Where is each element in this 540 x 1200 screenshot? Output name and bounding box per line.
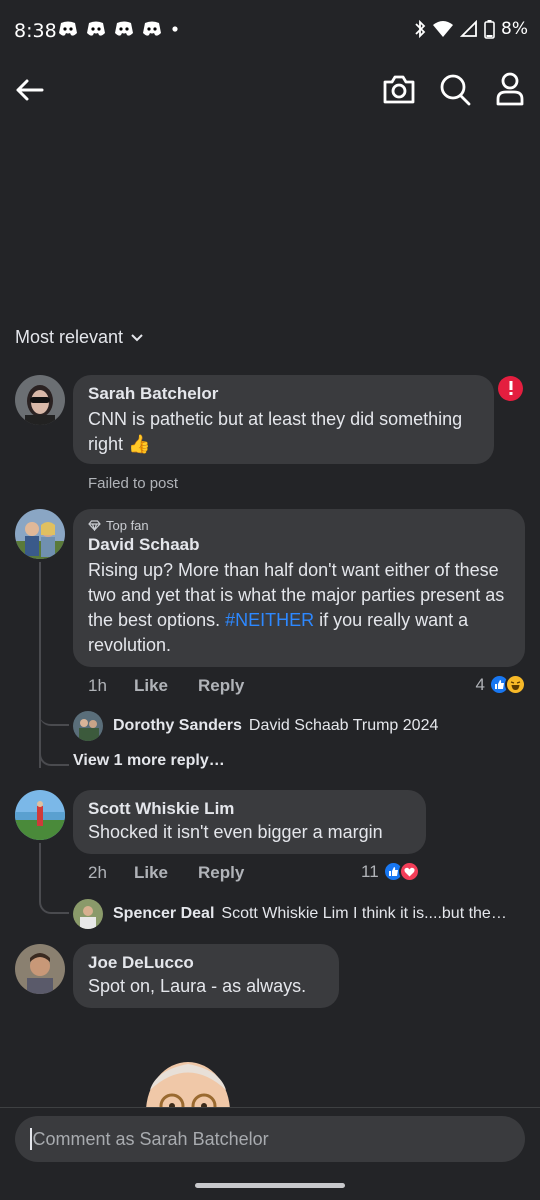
reply-author[interactable]: Spencer Deal [113, 905, 214, 923]
comment-input[interactable]: Comment as Sarah Batchelor [15, 1116, 525, 1162]
comment-actions: 1h Like Reply [88, 676, 244, 696]
discord-icon [87, 21, 105, 36]
notification-icons [58, 21, 180, 37]
reaction-count: 11 [361, 861, 379, 881]
discord-icon [143, 21, 161, 36]
text-caret [30, 1128, 32, 1150]
back-button[interactable] [12, 72, 48, 108]
thread-connector [39, 893, 69, 914]
haha-reaction-icon [505, 674, 526, 695]
signal-icon [460, 20, 477, 37]
error-icon[interactable] [498, 376, 523, 401]
avatar-image [15, 509, 65, 559]
comment-bubble[interactable]: Sarah Batchelor CNN is pathetic but at l… [73, 375, 494, 464]
comment-text: CNN is pathetic but at least they did so… [88, 409, 463, 454]
wifi-icon [433, 21, 454, 37]
sort-dropdown[interactable]: Most relevant [15, 327, 143, 348]
chevron-down-icon [131, 333, 143, 341]
reply-button[interactable]: Reply [198, 676, 244, 696]
comment-text: Spot on, Laura - as always. [88, 976, 307, 996]
sort-label: Most relevant [15, 327, 124, 347]
discord-icon [115, 21, 133, 36]
comment-bubble[interactable]: Top fan David Schaab Rising up? More tha… [73, 509, 525, 667]
reply-text: Scott Whiskie Lim I think it is....but t… [221, 905, 507, 922]
view-more-replies[interactable]: View 1 more reply… [73, 752, 225, 770]
camera-button[interactable] [381, 70, 417, 108]
status-time: 8:38 [14, 20, 57, 42]
search-button[interactable] [437, 70, 473, 108]
thread-connector [39, 745, 69, 766]
sticker-image [140, 1050, 240, 1107]
avatar-image [15, 790, 65, 840]
arrow-left-icon [16, 79, 44, 101]
home-indicator[interactable] [195, 1183, 345, 1188]
failed-status: Failed to post [88, 475, 179, 492]
reply-preview[interactable]: Dorothy Sanders David Schaab Trump 2024 [73, 711, 438, 741]
avatar-image [15, 375, 65, 425]
camera-icon [383, 75, 415, 104]
avatar[interactable] [15, 790, 65, 840]
bluetooth-icon [415, 19, 426, 39]
avatar[interactable] [15, 509, 65, 559]
comment-bubble[interactable]: Joe DeLucco Spot on, Laura - as always. [73, 944, 339, 1008]
love-reaction-icon [398, 861, 420, 882]
dot-icon [172, 26, 178, 32]
reaction-summary[interactable]: 11 [361, 861, 420, 882]
comment-text: Shocked it isn't even bigger a margin [88, 822, 383, 842]
comment-author[interactable]: David Schaab [88, 535, 510, 555]
thread-line [39, 843, 41, 894]
avatar[interactable] [73, 711, 103, 741]
avatar-image [73, 899, 103, 929]
profile-button[interactable] [492, 70, 528, 108]
badge-label: Top fan [106, 518, 149, 533]
search-icon [440, 74, 471, 106]
avatar[interactable] [15, 944, 65, 994]
comment-time: 1h [88, 676, 107, 695]
comment-author[interactable]: Joe DeLucco [88, 953, 324, 973]
avatar[interactable] [15, 375, 65, 425]
reply-preview[interactable]: Spencer Deal Scott Whiskie Lim I think i… [73, 899, 507, 929]
discord-icon [59, 21, 77, 36]
like-button[interactable]: Like [134, 676, 168, 696]
comment-author[interactable]: Scott Whiskie Lim [88, 799, 411, 819]
avatar-image [73, 711, 103, 741]
avatar[interactable] [73, 899, 103, 929]
comment-text: Rising up? More than half don't want eit… [88, 558, 510, 658]
hashtag-link[interactable]: #NEITHER [225, 610, 314, 630]
thread-connector [39, 705, 69, 726]
reaction-count: 4 [475, 674, 485, 694]
system-icons: 8% [414, 19, 528, 39]
reply-button[interactable]: Reply [198, 863, 244, 883]
reaction-summary[interactable]: 4 [476, 674, 526, 695]
like-button[interactable]: Like [134, 863, 168, 883]
reply-text: David Schaab Trump 2024 [248, 717, 439, 734]
status-bar: 8:38 8% [0, 0, 540, 62]
comment-author[interactable]: Sarah Batchelor [88, 384, 479, 404]
battery-percent: 8% [501, 19, 528, 39]
avatar-image [15, 944, 65, 994]
person-icon [496, 72, 524, 106]
divider [0, 1107, 540, 1108]
comment-placeholder: Comment as Sarah Batchelor [32, 1128, 269, 1149]
comment-bubble[interactable]: Scott Whiskie Lim Shocked it isn't even … [73, 790, 426, 854]
cartoon-face-icon [146, 1062, 230, 1107]
comment-time: 2h [88, 863, 107, 882]
battery-icon [484, 19, 495, 39]
comment-actions: 2h Like Reply [88, 863, 244, 883]
diamond-icon [88, 520, 101, 531]
top-fan-badge: Top fan [88, 518, 510, 533]
thread-line [39, 562, 41, 768]
reply-author[interactable]: Dorothy Sanders [113, 717, 242, 735]
